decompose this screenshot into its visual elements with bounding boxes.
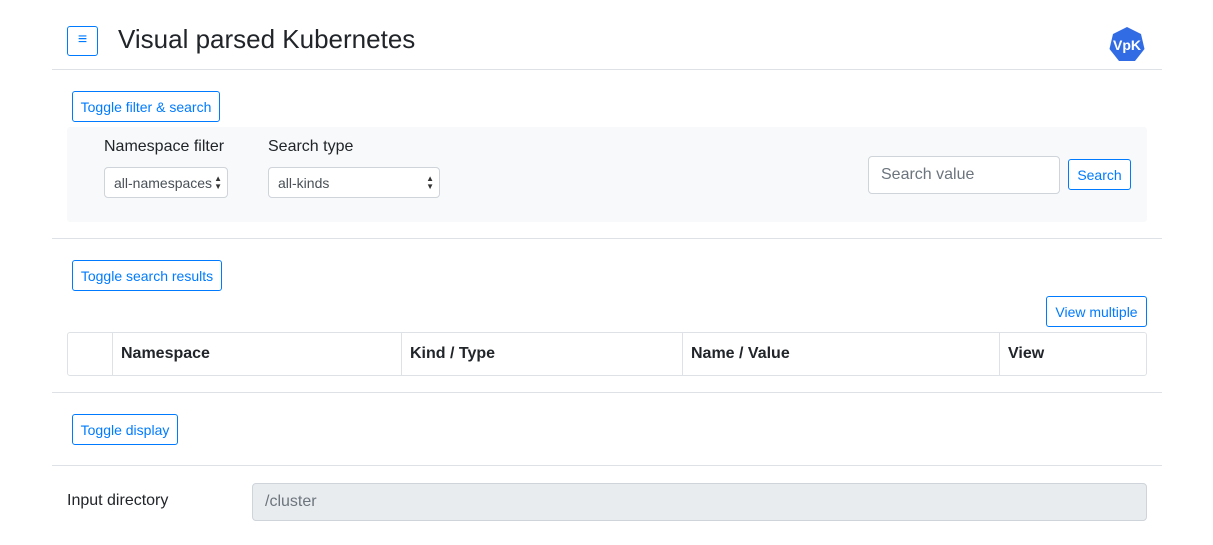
search-button[interactable]: Search xyxy=(1068,159,1131,190)
results-table: Namespace Kind / Type Name / Value View xyxy=(67,332,1147,376)
select-caret-icon: ▲ ▼ xyxy=(214,174,222,191)
logo-text: VpK xyxy=(1113,37,1141,53)
vpk-logo: VpK xyxy=(1108,26,1146,64)
hamburger-icon: ≡ xyxy=(77,31,88,48)
namespace-filter-select[interactable]: all-namespaces ▲ ▼ xyxy=(104,167,228,198)
view-multiple-button[interactable]: View multiple xyxy=(1046,296,1147,327)
display-divider xyxy=(52,465,1162,466)
column-header-select xyxy=(68,333,112,375)
namespace-filter-label: Namespace filter xyxy=(104,138,225,155)
namespace-filter-value: all-namespaces xyxy=(114,174,213,191)
page-title: Visual parsed Kubernetes xyxy=(118,24,416,54)
menu-toggle-button[interactable]: ≡ xyxy=(67,26,98,56)
results-divider xyxy=(52,392,1162,393)
search-input[interactable] xyxy=(868,156,1060,194)
column-header-namespace: Namespace xyxy=(112,333,401,375)
toggle-search-results-button[interactable]: Toggle search results xyxy=(72,260,222,291)
input-directory-field: /cluster xyxy=(252,483,1147,521)
search-type-select[interactable]: all-kinds ▲ ▼ xyxy=(268,167,440,198)
toggle-filter-search-button[interactable]: Toggle filter & search xyxy=(72,91,220,122)
input-directory-label: Input directory xyxy=(67,492,169,509)
input-directory-value: /cluster xyxy=(265,493,317,510)
column-header-kind-type: Kind / Type xyxy=(401,333,682,375)
header-divider xyxy=(52,69,1162,70)
select-caret-icon: ▲ ▼ xyxy=(426,174,434,191)
column-header-name-value: Name / Value xyxy=(682,333,999,375)
column-header-view: View xyxy=(999,333,1146,375)
search-type-label: Search type xyxy=(268,138,354,155)
toggle-display-button[interactable]: Toggle display xyxy=(72,414,178,445)
filter-panel: Namespace filter all-namespaces ▲ ▼ Searc… xyxy=(67,127,1147,222)
filter-divider xyxy=(52,238,1162,239)
search-type-value: all-kinds xyxy=(278,174,330,191)
